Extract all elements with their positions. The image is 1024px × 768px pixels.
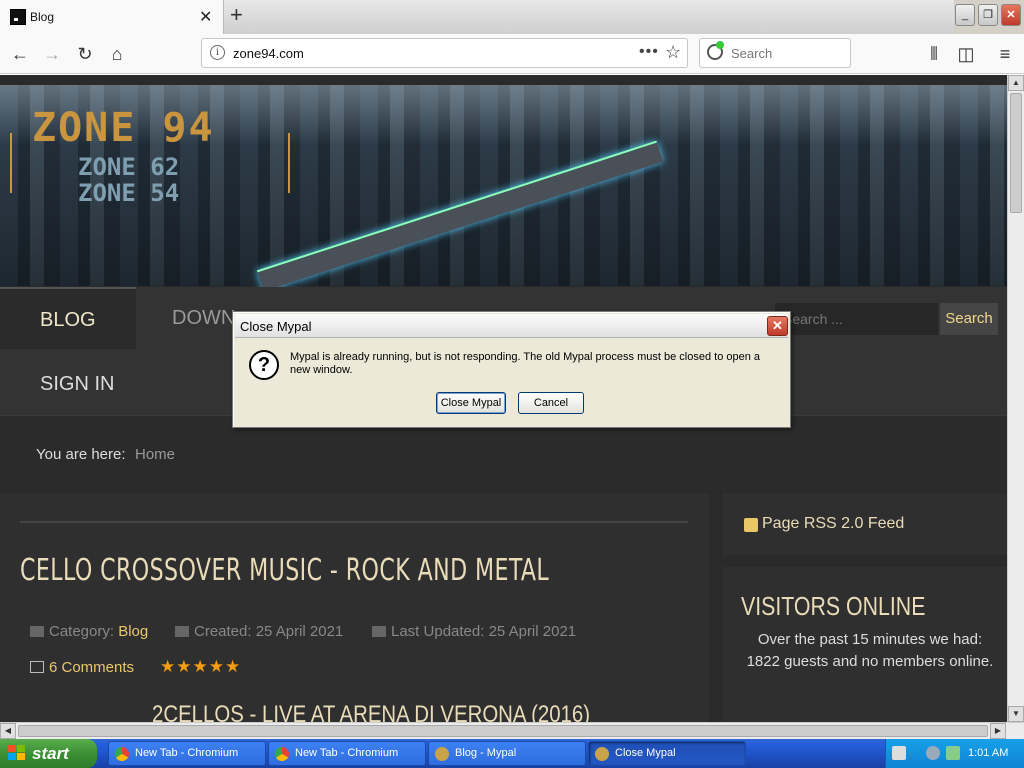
tab-bar: Blog ✕ + _ ❐ ✕ — [0, 0, 1024, 34]
site-banner-image: ZONE 94 ZONE 62 ZONE 54 — [0, 85, 1007, 292]
visitors-title: VISITORS ONLINE — [741, 591, 926, 621]
tray-keyboard-icon[interactable] — [892, 746, 906, 760]
forward-icon[interactable]: → — [40, 42, 64, 66]
dialog-title: Close Mypal — [240, 319, 312, 334]
article-panel: CELLO CROSSOVER MUSIC - ROCK AND METAL C… — [0, 493, 709, 722]
article-created: Created: 25 April 2021 — [175, 623, 343, 640]
window-close-button[interactable]: ✕ — [1001, 4, 1021, 26]
taskbar-clock[interactable]: 1:01 AM — [968, 747, 1008, 759]
menu-hamburger-icon[interactable]: ≡ — [993, 42, 1017, 66]
task-label: Close Mypal — [615, 747, 676, 759]
taskbar-item-chromium-1[interactable]: New Tab - Chromium — [108, 741, 266, 766]
search-engine-icon — [707, 41, 724, 60]
article-subtitle: 2CELLOS - LIVE AT ARENA DI VERONA (2016) — [152, 701, 591, 722]
start-label: start — [32, 744, 69, 763]
vertical-scroll-thumb[interactable] — [1010, 93, 1022, 213]
windows-flag-icon — [8, 745, 26, 761]
visitors-text: Over the past 15 minutes we had: 1822 gu… — [746, 631, 994, 670]
dialog-message: Mypal is already running, but is not res… — [290, 351, 761, 376]
browser-search-placeholder: Search — [731, 46, 773, 61]
site-search-button[interactable]: Search — [940, 303, 998, 335]
article-title[interactable]: CELLO CROSSOVER MUSIC - ROCK AND METAL — [20, 553, 549, 588]
back-icon[interactable]: ← — [8, 42, 32, 66]
site-logo-main[interactable]: ZONE 94 — [32, 105, 215, 151]
windows-taskbar: start New Tab - Chromium New Tab - Chrom… — [0, 739, 1024, 768]
comments-count[interactable]: 6 Comments — [49, 659, 134, 676]
scroll-down-arrow-icon[interactable]: ▼ — [1008, 706, 1024, 722]
browser-search-box[interactable]: Search — [699, 38, 851, 68]
scroll-left-arrow-icon[interactable]: ◀ — [0, 723, 16, 739]
category-label: Category: — [49, 623, 115, 640]
site-info-icon[interactable]: i — [210, 45, 225, 60]
article-category: Category: Blog — [30, 623, 148, 640]
rss-icon — [744, 518, 758, 532]
site-search-input[interactable]: Search ... — [775, 303, 938, 335]
page-actions-icon[interactable]: ••• — [639, 43, 659, 61]
reload-icon[interactable]: ↻ — [73, 42, 97, 66]
tray-security-icon[interactable] — [946, 746, 960, 760]
folder-icon — [30, 626, 44, 637]
comments-link[interactable]: 6 Comments — [30, 659, 134, 676]
browser-tab-blog[interactable]: Blog ✕ — [0, 0, 224, 34]
site-favicon-icon — [10, 9, 26, 25]
vertical-scrollbar[interactable]: ▲ ▼ — [1007, 75, 1024, 722]
breadcrumb-label: You are here: — [36, 446, 126, 463]
rss-feed-link[interactable]: Page RSS 2.0 Feed — [762, 515, 904, 533]
horizontal-scroll-thumb[interactable] — [18, 725, 988, 737]
visitors-online-module: VISITORS ONLINE Over the past 15 minutes… — [722, 567, 1007, 722]
library-icon[interactable]: ⫴ — [922, 42, 946, 66]
titlebar-drag-area[interactable] — [224, 0, 954, 34]
navigation-toolbar: ← → ↻ ⌂ i zone94.com ••• ☆ Search ⫴ ◫ ≡ — [0, 34, 1024, 74]
updated-date: Last Updated: 25 April 2021 — [391, 623, 577, 640]
site-logo-sub-2: ZONE 54 — [78, 179, 180, 207]
close-mypal-button[interactable]: Close Mypal — [436, 392, 506, 414]
tab-title: Blog — [30, 10, 55, 24]
restore-button[interactable]: ❐ — [978, 4, 998, 26]
menu-item-blog[interactable]: BLOG — [0, 287, 136, 349]
close-mypal-dialog: Close Mypal ✕ ? Mypal is already running… — [232, 311, 791, 428]
rating-stars[interactable]: ★★★★★ — [160, 657, 241, 677]
task-label: Blog - Mypal — [455, 747, 517, 759]
dialog-titlebar[interactable]: Close Mypal ✕ — [235, 314, 788, 338]
bookmark-star-icon[interactable]: ☆ — [665, 42, 681, 63]
dialog-close-button[interactable]: ✕ — [767, 316, 788, 336]
taskbar-item-blog-mypal[interactable]: Blog - Mypal — [428, 741, 586, 766]
menu-item-sign-in[interactable]: SIGN IN — [0, 353, 154, 415]
system-tray: 1:01 AM — [885, 739, 1024, 768]
taskbar-item-close-mypal[interactable]: Close Mypal — [588, 741, 746, 766]
chromium-icon — [115, 747, 129, 761]
question-icon: ? — [249, 350, 279, 380]
address-bar[interactable]: i zone94.com ••• ☆ — [201, 38, 688, 68]
url-text[interactable]: zone94.com — [233, 46, 304, 61]
scroll-right-arrow-icon[interactable]: ▶ — [990, 723, 1006, 739]
tab-close-icon[interactable]: ✕ — [199, 7, 212, 27]
taskbar-item-chromium-2[interactable]: New Tab - Chromium — [268, 741, 426, 766]
article-divider — [20, 521, 688, 523]
calendar-icon — [175, 626, 189, 637]
mypal-icon — [595, 747, 609, 761]
banner-monorail — [256, 140, 664, 292]
task-label: New Tab - Chromium — [295, 747, 399, 759]
horizontal-scrollbar[interactable]: ◀ ▶ — [0, 722, 1024, 739]
breadcrumb-home-link[interactable]: Home — [135, 446, 175, 463]
minimize-button[interactable]: _ — [955, 4, 975, 26]
category-link[interactable]: Blog — [118, 623, 148, 640]
tray-network-icon[interactable] — [926, 746, 940, 760]
comment-icon — [30, 661, 44, 673]
site-logo-sub-1: ZONE 62 — [78, 153, 180, 181]
task-label: New Tab - Chromium — [135, 747, 239, 759]
start-button[interactable]: start — [0, 739, 97, 768]
mypal-icon — [435, 747, 449, 761]
new-tab-button[interactable]: + — [230, 2, 243, 28]
article-updated: Last Updated: 25 April 2021 — [372, 623, 576, 640]
scroll-up-arrow-icon[interactable]: ▲ — [1008, 75, 1024, 91]
cancel-button[interactable]: Cancel — [518, 392, 584, 414]
calendar-icon — [372, 626, 386, 637]
rss-feed-module: Page RSS 2.0 Feed — [722, 493, 1007, 555]
chromium-icon — [275, 747, 289, 761]
home-icon[interactable]: ⌂ — [105, 42, 129, 66]
created-date: Created: 25 April 2021 — [194, 623, 344, 640]
sidebar-toggle-icon[interactable]: ◫ — [954, 42, 978, 66]
